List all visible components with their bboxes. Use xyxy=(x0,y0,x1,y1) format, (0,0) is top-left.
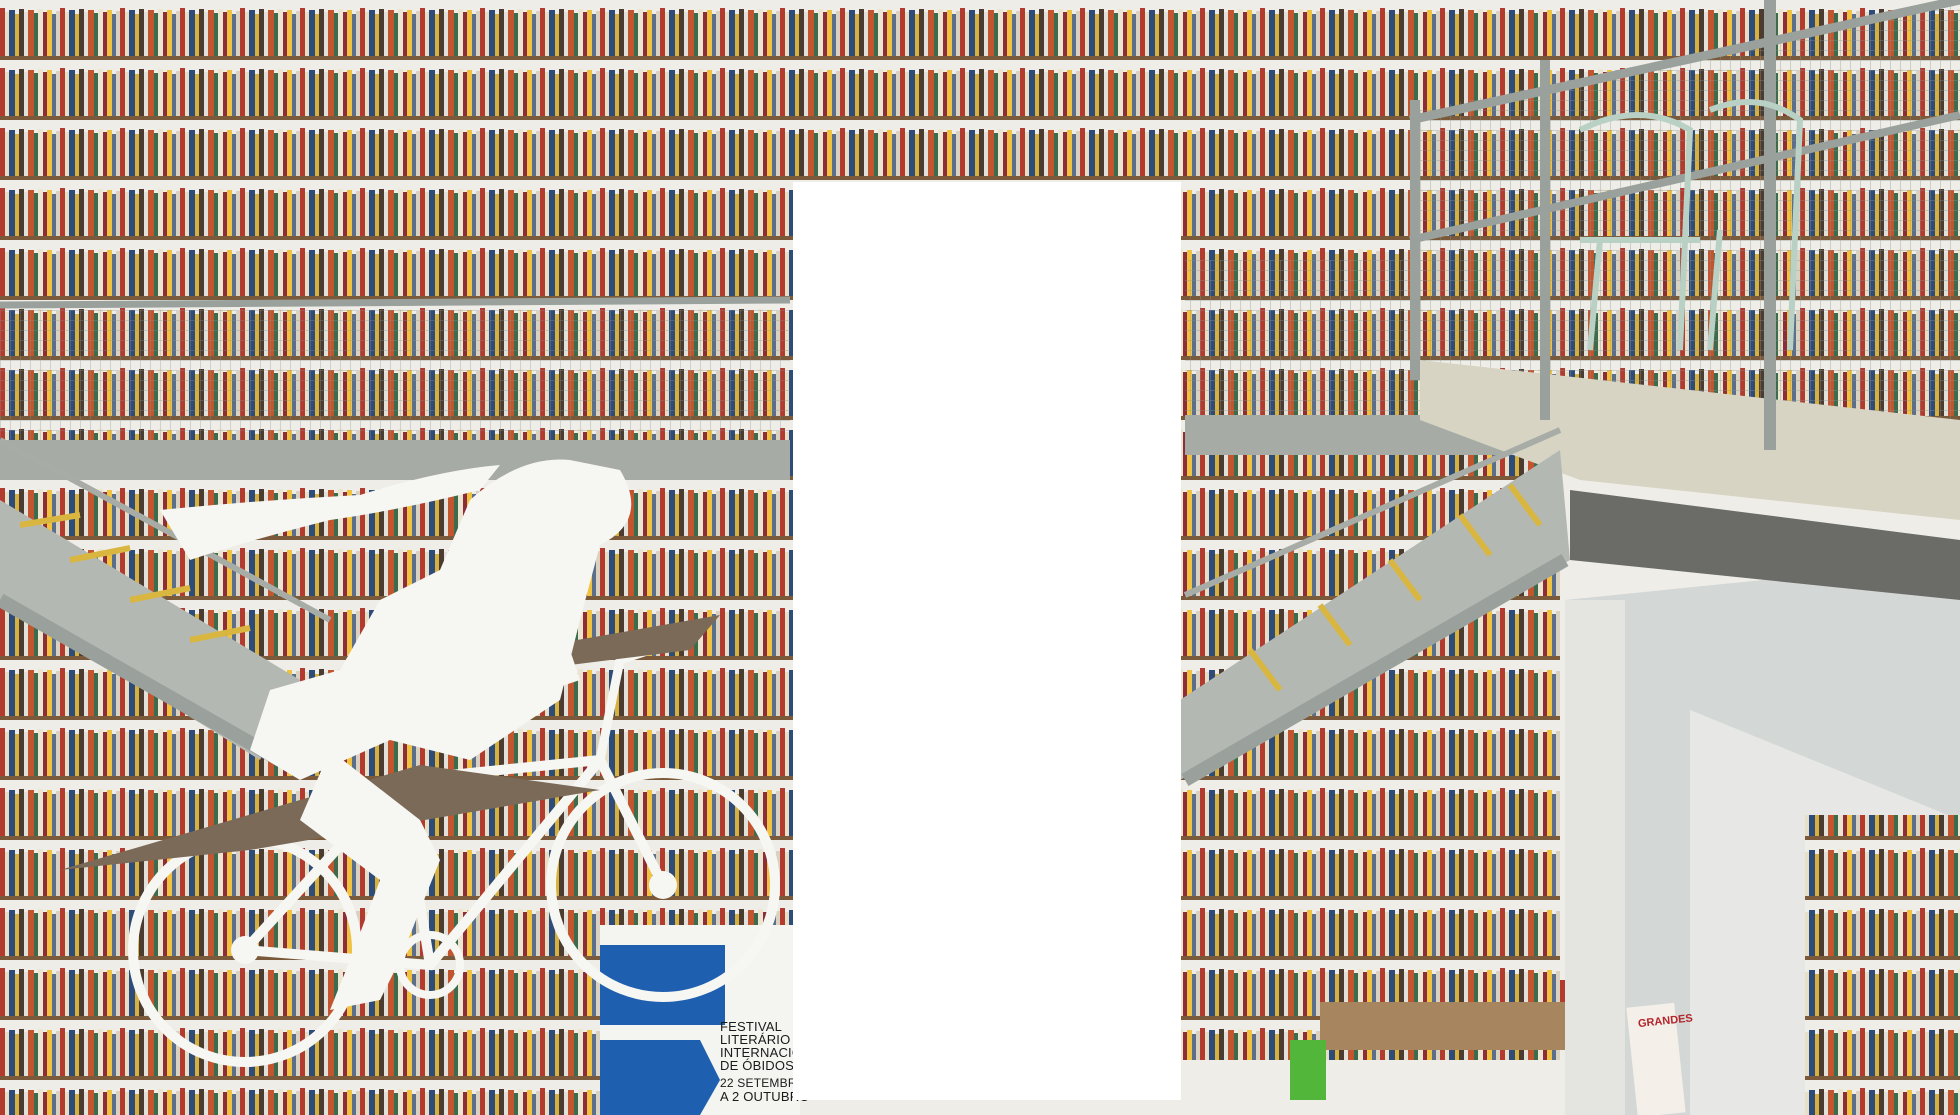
poster-line-4: DE ÓBIDOS xyxy=(720,1058,795,1073)
blank-overlay-panel xyxy=(793,182,1181,1100)
concrete-pillar xyxy=(1565,600,1625,1115)
poster-blue-arrow xyxy=(600,1040,720,1115)
poster-text-block: FESTIVAL LITERÁRIO INTERNACIONAL DE ÓBID… xyxy=(720,1020,828,1104)
mezzanine-floor-left xyxy=(0,440,790,480)
mezzanine-railing-right xyxy=(1185,260,1425,420)
doorway-bookshelf xyxy=(1805,815,1960,1115)
railing-handrail-left xyxy=(0,296,791,309)
shopping-bag xyxy=(1290,1040,1326,1100)
book-table-books xyxy=(1320,980,1565,1002)
poster-date-2: A 2 OUTUBRO xyxy=(720,1089,810,1104)
mezzanine-railing-left xyxy=(0,310,790,460)
